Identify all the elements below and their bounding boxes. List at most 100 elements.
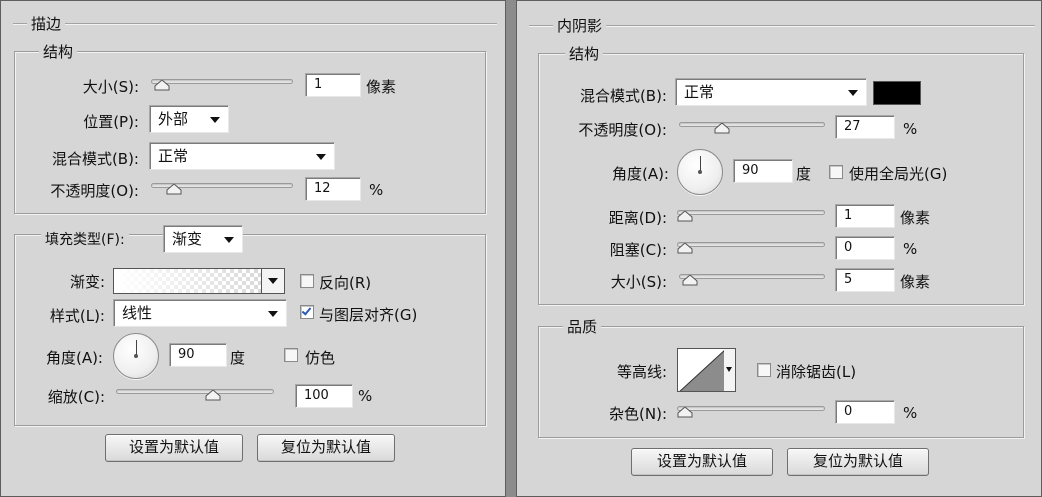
choke-unit: %	[903, 240, 918, 258]
is-blend-mode-select[interactable]: 正常	[675, 78, 867, 106]
choke-input[interactable]: 0	[835, 236, 895, 260]
scale-unit: %	[358, 387, 373, 405]
is-size-input[interactable]: 5	[835, 268, 895, 292]
position-label: 位置(P):	[83, 113, 139, 131]
chevron-down-icon	[848, 90, 858, 96]
stroke-structure-title: 结构	[39, 41, 78, 62]
distance-input[interactable]: 1	[835, 204, 895, 228]
size-unit: 像素	[366, 78, 397, 96]
reset-default-button[interactable]: 复位为默认值	[257, 434, 395, 462]
choke-label: 阻塞(C):	[609, 241, 667, 259]
gradient-dropdown[interactable]	[261, 268, 285, 294]
make-default-button[interactable]: 设置为默认值	[105, 434, 243, 462]
is-opacity-unit: %	[903, 120, 918, 138]
is-angle-label: 角度(A):	[611, 165, 669, 183]
distance-slider-thumb[interactable]	[677, 211, 693, 222]
noise-input[interactable]: 0	[835, 400, 895, 424]
angle-unit: 度	[230, 349, 246, 367]
chevron-down-icon	[268, 311, 278, 317]
is-blend-mode-label: 混合模式(B):	[579, 87, 667, 105]
reverse-checkbox[interactable]	[300, 274, 314, 288]
is-make-default-button[interactable]: 设置为默认值	[631, 448, 773, 476]
chevron-down-icon	[210, 117, 220, 123]
size-slider-thumb[interactable]	[154, 80, 170, 91]
inner-shadow-title: 内阴影	[553, 15, 607, 36]
position-select-value: 外部	[158, 110, 189, 128]
gradient-label: 渐变:	[69, 273, 105, 291]
contour-preview[interactable]	[677, 348, 725, 392]
inner-shadow-panel: 内阴影 结构 混合模式(B): 正常 不透明度(O): 27 % 角度(A): …	[516, 0, 1042, 497]
is-blend-mode-select-value: 正常	[684, 83, 715, 101]
angle-dial-hub	[134, 354, 138, 358]
is-opacity-input[interactable]: 27	[835, 115, 895, 139]
size-label: 大小(S):	[82, 78, 139, 96]
choke-slider[interactable]	[677, 240, 825, 254]
contour-dropdown[interactable]	[724, 348, 736, 392]
linear-contour-icon	[679, 350, 724, 391]
angle-label: 角度(A):	[45, 349, 103, 367]
gradient-preview[interactable]	[113, 268, 263, 294]
chevron-down-icon	[268, 278, 278, 284]
is-angle-dial[interactable]	[677, 149, 723, 195]
is-angle-input[interactable]: 90	[733, 159, 793, 183]
reverse-label: 反向(R)	[319, 274, 372, 292]
is-opacity-label: 不透明度(O):	[578, 121, 667, 139]
size-input[interactable]: 1	[305, 73, 361, 97]
is-size-label: 大小(S):	[610, 273, 667, 291]
distance-label: 距离(D):	[608, 209, 667, 227]
is-size-unit: 像素	[900, 273, 931, 291]
size-slider[interactable]	[151, 77, 293, 91]
noise-slider-thumb[interactable]	[677, 407, 693, 418]
is-size-slider-thumb[interactable]	[682, 275, 698, 286]
blend-mode-select[interactable]: 正常	[149, 142, 335, 170]
is-reset-default-button[interactable]: 复位为默认值	[787, 448, 929, 476]
blend-mode-select-value: 正常	[158, 147, 189, 165]
style-select[interactable]: 线性	[113, 299, 287, 327]
distance-slider[interactable]	[677, 208, 825, 222]
stroke-panel: 描边 结构 大小(S): 1 像素 位置(P): 外部 混合模式(B): 正常 …	[0, 0, 506, 497]
opacity-input[interactable]: 12	[305, 177, 361, 201]
global-light-checkbox[interactable]	[829, 165, 843, 179]
checkmark-icon	[301, 305, 312, 316]
is-angle-unit: 度	[796, 165, 812, 183]
angle-dial[interactable]	[113, 333, 159, 379]
inner-shadow-structure-title: 结构	[565, 43, 604, 64]
anti-alias-checkbox[interactable]	[757, 363, 771, 377]
opacity-slider-thumb[interactable]	[166, 184, 182, 195]
choke-slider-thumb[interactable]	[677, 243, 693, 254]
global-light-label: 使用全局光(G)	[849, 165, 948, 183]
align-with-layer-checkbox[interactable]	[300, 305, 314, 319]
noise-unit: %	[903, 404, 918, 422]
opacity-slider[interactable]	[151, 181, 293, 195]
is-opacity-slider-thumb[interactable]	[714, 123, 730, 134]
scale-label: 缩放(C):	[47, 388, 105, 406]
scale-slider[interactable]	[116, 387, 274, 401]
anti-alias-label: 消除锯齿(L)	[776, 363, 857, 381]
chevron-down-icon	[726, 367, 732, 372]
dither-checkbox[interactable]	[284, 348, 298, 362]
stroke-title-rule	[13, 23, 497, 25]
fill-type-select-value: 渐变	[172, 230, 203, 248]
is-angle-dial-hub	[698, 170, 702, 174]
noise-slider[interactable]	[677, 404, 825, 418]
chevron-down-icon	[316, 154, 326, 160]
dither-label: 仿色	[305, 349, 336, 367]
opacity-unit: %	[369, 181, 384, 199]
noise-label: 杂色(N):	[609, 405, 667, 423]
style-label: 样式(L):	[49, 307, 105, 325]
shadow-color-swatch[interactable]	[873, 81, 921, 105]
fill-type-select[interactable]: 渐变	[163, 225, 243, 253]
position-select[interactable]: 外部	[149, 105, 229, 133]
is-opacity-slider[interactable]	[679, 120, 825, 134]
contour-label: 等高线:	[616, 363, 667, 381]
opacity-label: 不透明度(O):	[50, 182, 139, 200]
stroke-title: 描边	[27, 13, 66, 34]
chevron-down-icon	[224, 237, 234, 243]
scale-input[interactable]: 100	[295, 384, 353, 408]
style-select-value: 线性	[122, 304, 153, 322]
angle-input[interactable]: 90	[169, 343, 227, 367]
align-with-layer-label: 与图层对齐(G)	[319, 306, 418, 324]
quality-title: 品质	[563, 316, 602, 337]
is-size-slider[interactable]	[679, 272, 825, 286]
scale-slider-thumb[interactable]	[205, 390, 221, 401]
